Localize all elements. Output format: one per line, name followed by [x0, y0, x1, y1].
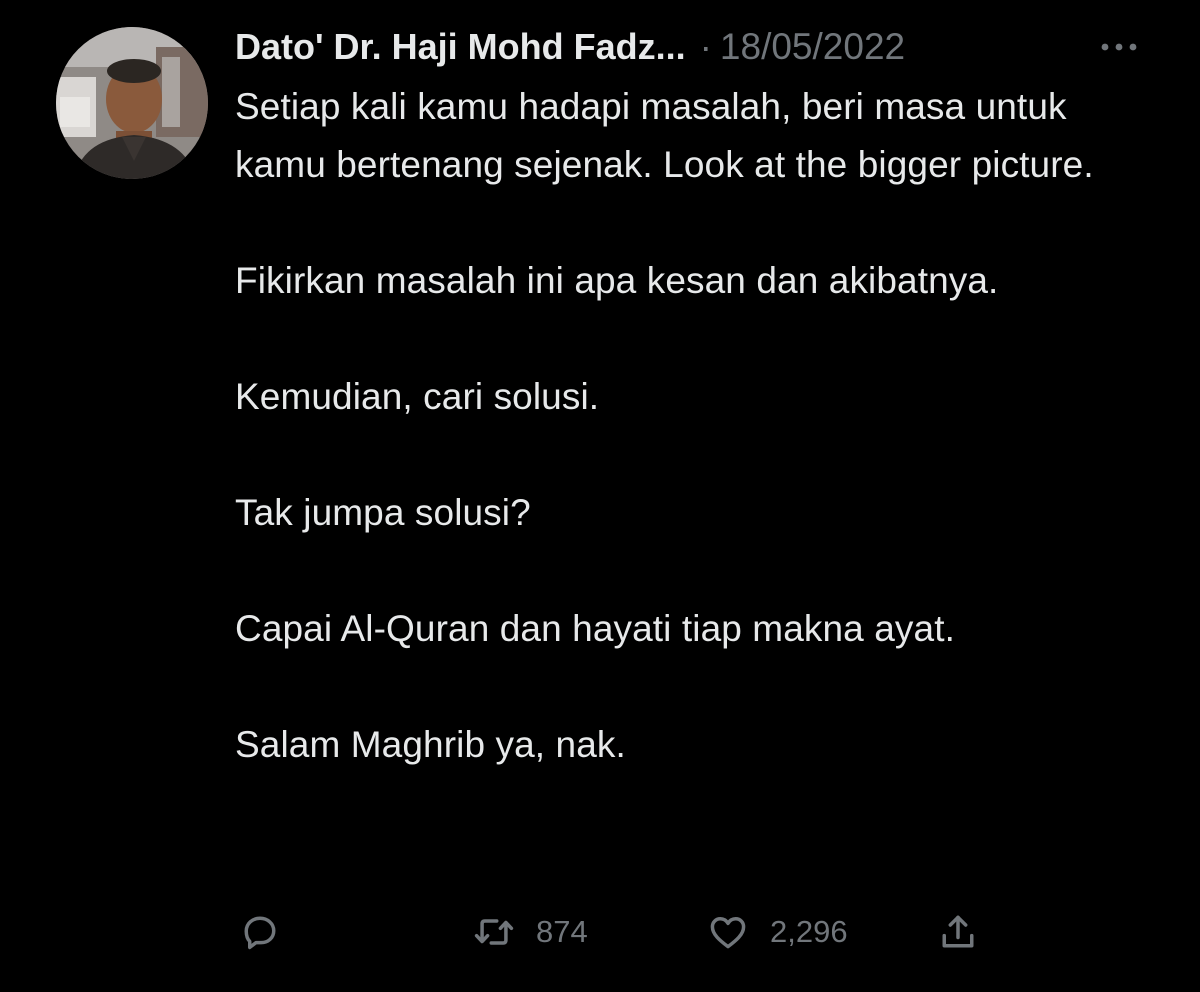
tweet-paragraph: Setiap kali kamu hadapi masalah, beri ma… [235, 86, 1094, 185]
like-button[interactable]: 2,296 [706, 900, 848, 964]
reply-icon [238, 910, 282, 954]
tweet-text: Setiap kali kamu hadapi masalah, beri ma… [235, 78, 1155, 774]
share-button[interactable] [936, 900, 980, 964]
like-count: 2,296 [770, 914, 848, 949]
tweet-paragraph: Salam Maghrib ya, nak. [235, 724, 626, 765]
tweet: Dato' Dr. Haji Mohd Fadz... · 18/05/2022… [0, 0, 1200, 992]
timestamp[interactable]: 18/05/2022 [720, 22, 905, 72]
tweet-paragraph: Fikirkan masalah ini apa kesan dan akiba… [235, 260, 999, 301]
avatar-photo [56, 27, 208, 179]
author-name[interactable]: Dato' Dr. Haji Mohd Fadz... [235, 22, 686, 72]
share-icon [936, 910, 980, 954]
retweet-icon [472, 910, 516, 954]
tweet-paragraph: Tak jumpa solusi? [235, 492, 531, 533]
separator-dot: · [699, 26, 712, 67]
tweet-paragraph: Kemudian, cari solusi. [235, 376, 600, 417]
tweet-paragraph: Capai Al-Quran dan hayati tiap makna aya… [235, 608, 955, 649]
heart-icon [706, 910, 750, 954]
reply-button[interactable] [238, 900, 282, 964]
retweet-count: 874 [536, 914, 588, 949]
avatar[interactable] [56, 27, 208, 179]
action-bar: 874 2,296 [0, 900, 1200, 964]
retweet-button[interactable]: 874 [472, 900, 588, 964]
more-horizontal-icon[interactable] [1098, 34, 1140, 60]
tweet-header: Dato' Dr. Haji Mohd Fadz... · 18/05/2022 [235, 22, 905, 72]
